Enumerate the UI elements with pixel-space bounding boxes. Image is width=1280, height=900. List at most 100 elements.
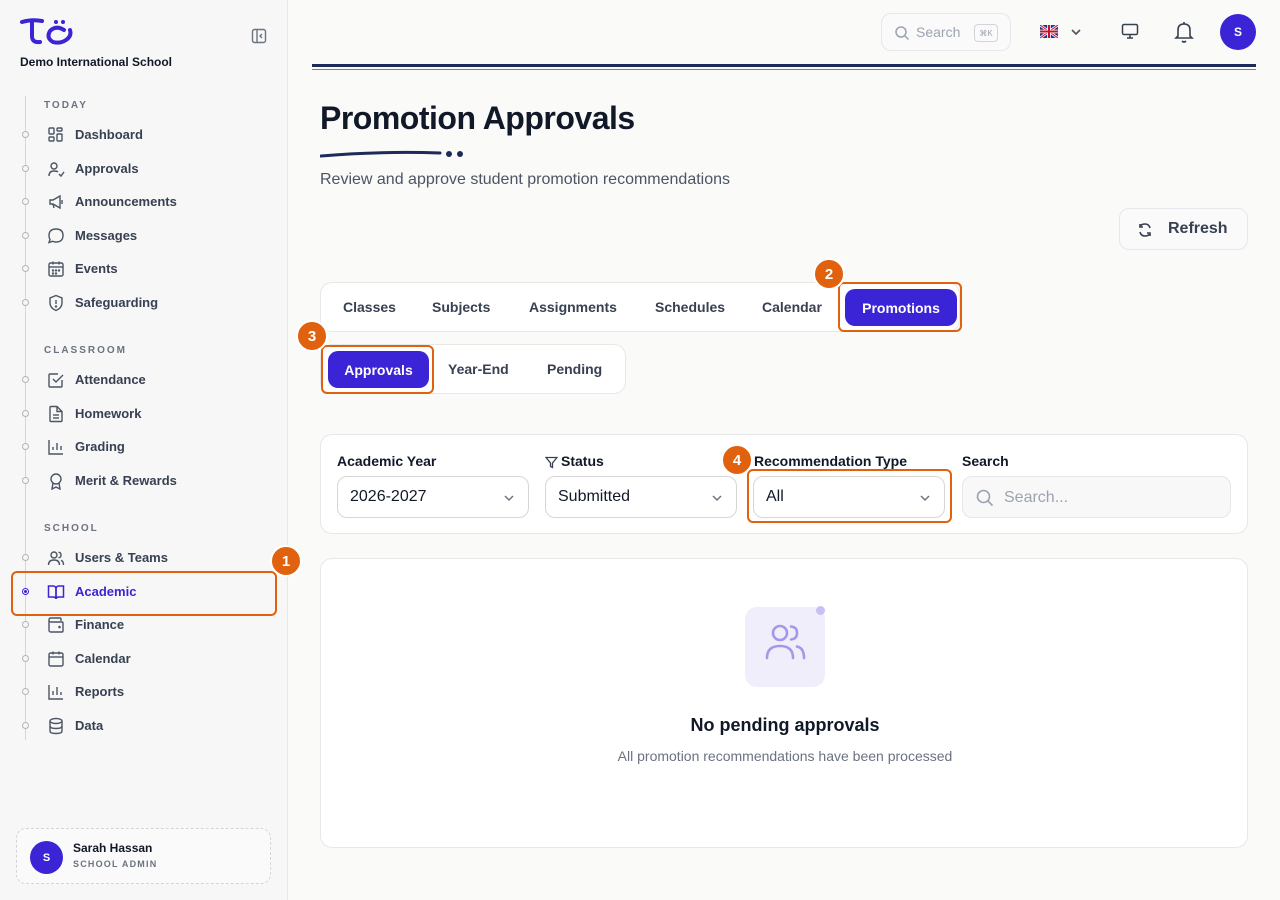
user-profile-card[interactable]: S Sarah Hassan SCHOOL ADMIN [16,828,271,884]
check-square-icon [48,373,64,388]
tab-schedules[interactable]: Schedules [655,299,725,315]
select-value: Submitted [558,488,631,505]
wallet-icon [48,617,64,633]
nav-dot [22,299,29,306]
users-icon [47,551,65,566]
calendar-icon [48,651,64,667]
sidebar-item-label: Reports [75,684,125,699]
search-placeholder: Search [916,24,961,40]
tab-classes[interactable]: Classes [343,299,396,315]
page-title: Promotion Approvals [320,100,635,136]
recommendation-type-label: Recommendation Type [754,453,907,469]
sidebar-item-attendance[interactable]: Attendance [12,365,276,395]
search-label: Search [962,453,1009,469]
sidebar-item-reports[interactable]: Reports [12,677,276,707]
search-icon [895,26,910,41]
sidebar-item-homework[interactable]: Homework [12,399,276,429]
annotation-badge-3: 3 [296,320,328,352]
nav-dot [22,198,29,205]
nav-dot [22,265,29,272]
uk-flag-icon[interactable] [1040,25,1058,38]
subtab-year-end[interactable]: Year-End [448,361,509,377]
message-circle-icon [47,228,64,244]
tab-subjects[interactable]: Subjects [432,299,490,315]
tab-calendar[interactable]: Calendar [762,299,822,315]
sidebar-item-label: Attendance [75,372,146,387]
sidebar-item-messages[interactable]: Messages [12,221,276,251]
nav-dot [22,232,29,239]
nav-dot [22,410,29,417]
calendar-grid-icon [48,261,64,277]
highlight-recommendation-type [747,469,952,523]
users-icon [765,624,806,660]
status-select[interactable]: Submitted [545,476,737,518]
sidebar-item-users-teams[interactable]: Users & Teams [12,543,276,573]
shield-alert-icon [49,294,63,312]
highlight-promotions-tab [838,282,962,332]
user-name: Sarah Hassan [73,841,153,855]
highlight-approvals-subtab [321,345,434,394]
sidebar-item-label: Homework [75,406,142,421]
empty-state-title: No pending approvals [690,715,880,735]
refresh-button[interactable]: Refresh [1119,208,1248,250]
sidebar-item-data[interactable]: Data [12,711,276,741]
sidebar-item-label: Finance [75,617,125,632]
sidebar-item-calendar[interactable]: Calendar [12,644,276,674]
chevron-down-icon[interactable] [1069,25,1083,39]
search-icon [976,489,994,507]
section-label-classroom: CLASSROOM [44,345,127,356]
header-divider [312,64,1256,67]
tab-assignments[interactable]: Assignments [529,299,617,315]
sidebar-item-approvals[interactable]: Approvals [12,154,276,184]
subtab-pending[interactable]: Pending [547,361,602,377]
academic-year-label: Academic Year [337,453,437,469]
sidebar-item-grading[interactable]: Grading [12,432,276,462]
nav-dot [22,655,29,662]
academic-year-select[interactable]: 2026-2027 [337,476,529,518]
sidebar-item-announcements[interactable]: Announcements [12,187,276,217]
nav-dot [22,131,29,138]
filter-icon [545,456,558,469]
database-icon [49,717,63,735]
sidebar-collapse-icon[interactable] [251,28,267,44]
empty-state-illustration [745,607,825,687]
sidebar-item-label: Dashboard [75,127,143,142]
file-text-icon [49,405,63,423]
status-label: Status [561,453,604,469]
sidebar-item-label: Data [75,718,104,733]
annotation-badge-1: 1 [270,545,302,577]
title-decoration [320,150,463,158]
sidebar-item-events[interactable]: Events [12,254,276,284]
header-divider-thin [312,69,1256,70]
monitor-icon[interactable] [1121,22,1139,40]
refresh-label: Refresh [1168,220,1228,237]
nav-dot [22,376,29,383]
section-label-school: SCHOOL [44,523,99,534]
megaphone-icon [49,194,63,210]
annotation-badge-2: 2 [813,258,845,290]
select-value: 2026-2027 [350,488,427,505]
empty-state-message: All promotion recommendations have been … [617,748,953,764]
global-search-button[interactable]: Search ⌘K [881,13,1011,51]
bell-icon[interactable] [1173,20,1195,44]
highlight-academic [11,571,277,616]
nav-dot [22,621,29,628]
sidebar-item-label: Messages [75,228,138,243]
filter-search-input[interactable]: Search... [962,476,1231,518]
bar-chart-icon [48,440,63,455]
avatar[interactable]: S [1220,14,1256,50]
sidebar-item-merit[interactable]: Merit & Rewards [12,466,276,496]
sidebar-item-safeguarding[interactable]: Safeguarding [12,288,276,318]
dashboard-icon [48,127,63,142]
refresh-icon [1139,223,1151,237]
sidebar: Demo International School TODAY Dashboar… [0,0,288,900]
nav-dot [22,443,29,450]
award-icon [50,473,62,490]
keyboard-shortcut: ⌘K [974,24,998,42]
user-role: SCHOOL ADMIN [73,859,158,869]
school-logo[interactable] [20,18,74,51]
sidebar-item-dashboard[interactable]: Dashboard [12,120,276,150]
search-placeholder: Search... [1004,489,1069,506]
section-label-today: TODAY [44,100,88,111]
status-dot [816,606,825,615]
